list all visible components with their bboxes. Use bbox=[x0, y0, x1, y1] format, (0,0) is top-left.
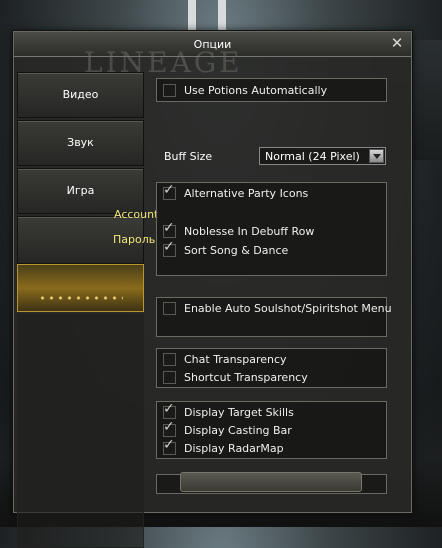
target-skills-option[interactable]: Display Target Skills bbox=[163, 401, 294, 420]
sidebar-item-sound[interactable]: Звук bbox=[17, 120, 144, 166]
buff-size-label: Buff Size bbox=[164, 150, 213, 163]
target-skills-checkbox[interactable] bbox=[163, 401, 176, 419]
noblesse-option[interactable]: Noblesse In Debuff Row bbox=[163, 220, 315, 239]
shortcut-transparency-checkbox[interactable] bbox=[163, 370, 176, 384]
noblesse-label: Noblesse In Debuff Row bbox=[184, 224, 315, 238]
casting-bar-checkbox[interactable] bbox=[163, 419, 176, 437]
radarmap-label: Display RadarMap bbox=[184, 441, 284, 455]
target-skills-label: Display Target Skills bbox=[184, 405, 294, 419]
shortcut-transparency-label: Shortcut Transparency bbox=[184, 370, 308, 384]
use-potions-option[interactable]: Use Potions Automatically bbox=[163, 82, 327, 98]
subitem-account[interactable]: Account bbox=[114, 208, 158, 221]
close-icon[interactable]: ✕ bbox=[389, 35, 405, 51]
soulshot-label: Enable Auto Soulshot/Spiritshot Menu bbox=[184, 301, 392, 315]
chat-transparency-label: Chat Transparency bbox=[184, 352, 287, 366]
transparency-panel: Chat Transparency Shortcut Transparency bbox=[156, 348, 387, 388]
apply-button[interactable] bbox=[180, 472, 362, 492]
chevron-down-icon[interactable] bbox=[369, 149, 384, 163]
sort-song-option[interactable]: Sort Song & Dance bbox=[163, 239, 289, 258]
radarmap-option[interactable]: Display RadarMap bbox=[163, 437, 284, 456]
display-panel: Display Target Skills Display Casting Ba… bbox=[156, 401, 387, 459]
sort-song-label: Sort Song & Dance bbox=[184, 243, 289, 257]
sidebar-item-label: Видео bbox=[62, 88, 99, 101]
buff-size-value: Normal (24 Pixel) bbox=[265, 150, 360, 163]
chat-transparency-checkbox[interactable] bbox=[163, 352, 176, 366]
sidebar-item-selected[interactable] bbox=[17, 264, 144, 312]
casting-bar-option[interactable]: Display Casting Bar bbox=[163, 419, 292, 438]
party-icons-option[interactable]: Alternative Party Icons bbox=[163, 182, 309, 201]
soulshot-panel: Enable Auto Soulshot/Spiritshot Menu bbox=[156, 297, 392, 337]
sidebar-item-video[interactable]: Видео bbox=[17, 72, 144, 118]
shortcut-transparency-option[interactable]: Shortcut Transparency bbox=[163, 369, 308, 385]
use-potions-label: Use Potions Automatically bbox=[184, 83, 328, 97]
party-icons-checkbox[interactable] bbox=[163, 182, 176, 200]
noblesse-checkbox[interactable] bbox=[163, 220, 176, 238]
party-icons-label: Alternative Party Icons bbox=[184, 186, 309, 200]
radarmap-checkbox[interactable] bbox=[163, 437, 176, 455]
sidebar-item-label: Звук bbox=[67, 136, 94, 149]
soulshot-checkbox[interactable] bbox=[163, 301, 176, 315]
subitem-password[interactable]: Пароль bbox=[113, 233, 155, 246]
casting-bar-label: Display Casting Bar bbox=[184, 423, 292, 437]
potions-panel: Use Potions Automatically bbox=[156, 78, 387, 102]
buff-size-select[interactable]: Normal (24 Pixel) bbox=[259, 147, 386, 165]
use-potions-checkbox[interactable] bbox=[163, 83, 176, 97]
sidebar-item-empty bbox=[17, 314, 144, 548]
options-window: Опции ✕ LINEAGE Видео Звук Игра Account … bbox=[13, 31, 412, 548]
sort-song-checkbox[interactable] bbox=[163, 239, 176, 257]
sidebar-item-label: Игра bbox=[66, 184, 95, 197]
soulshot-option[interactable]: Enable Auto Soulshot/Spiritshot Menu bbox=[163, 300, 392, 316]
party-panel: Alternative Party Icons Noblesse In Debu… bbox=[156, 182, 387, 276]
chat-transparency-option[interactable]: Chat Transparency bbox=[163, 351, 287, 367]
